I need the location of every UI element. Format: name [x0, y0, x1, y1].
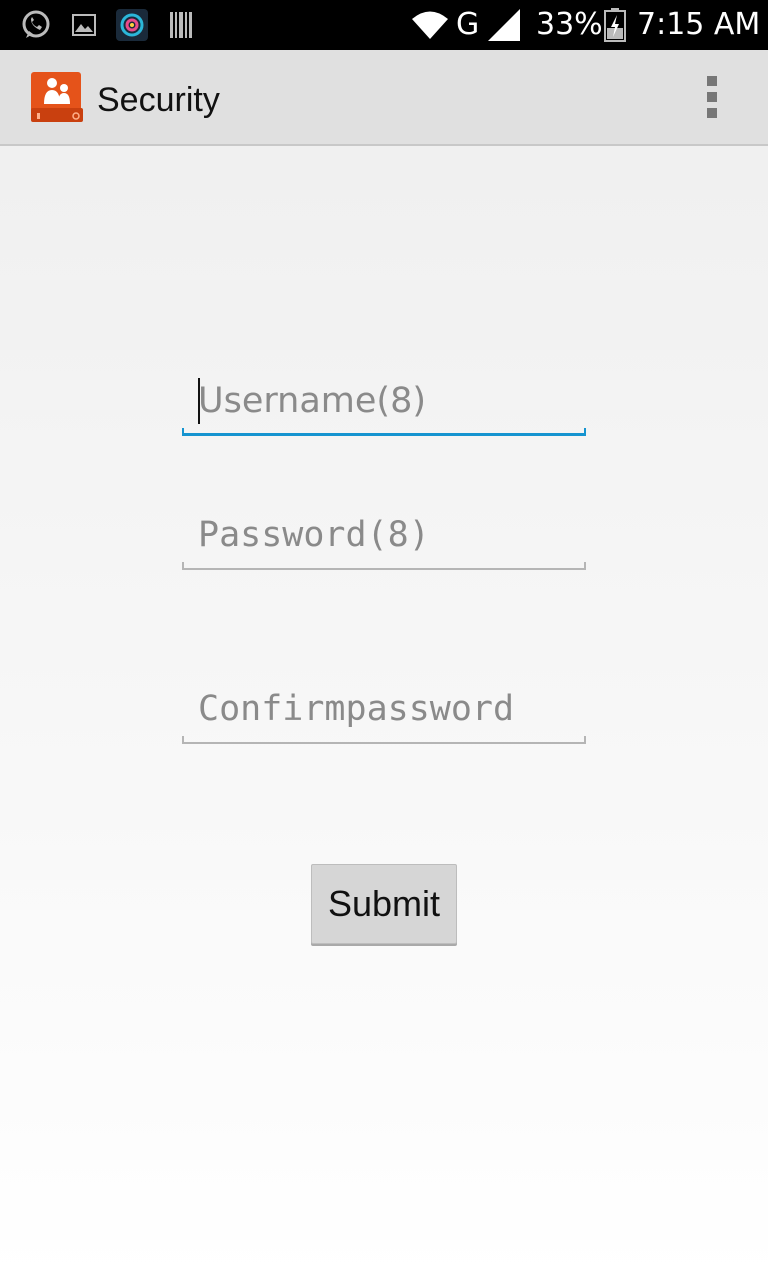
battery-charging-icon	[604, 0, 626, 50]
barcode-icon	[170, 0, 192, 50]
username-placeholder: Username(8)	[198, 381, 426, 421]
username-input[interactable]: Username(8)	[182, 372, 586, 436]
submit-button[interactable]: Submit	[311, 864, 457, 944]
whatsapp-icon	[20, 0, 52, 50]
text-cursor	[198, 378, 200, 424]
confirm-password-placeholder: Confirmpassword	[198, 689, 515, 729]
security-app-icon[interactable]	[29, 70, 85, 124]
page-title: Security	[97, 81, 220, 119]
overflow-menu-icon[interactable]	[700, 76, 724, 120]
signal-icon	[488, 0, 520, 50]
wifi-icon	[410, 0, 450, 50]
confirm-password-input[interactable]: Confirmpassword	[182, 680, 586, 744]
status-bar: G 33% 7:15 AM	[0, 0, 768, 50]
clock: 7:15 AM	[637, 7, 761, 42]
battery-percent: 33%	[536, 7, 603, 42]
action-bar: Security	[0, 50, 768, 146]
gallery-icon	[72, 0, 96, 50]
camera-app-icon	[116, 0, 148, 50]
password-placeholder: Password(8)	[198, 515, 430, 555]
password-input[interactable]: Password(8)	[182, 506, 586, 570]
network-type: G	[456, 7, 480, 42]
username-underline	[182, 428, 586, 436]
password-underline	[182, 562, 586, 570]
confirm-password-underline	[182, 736, 586, 744]
